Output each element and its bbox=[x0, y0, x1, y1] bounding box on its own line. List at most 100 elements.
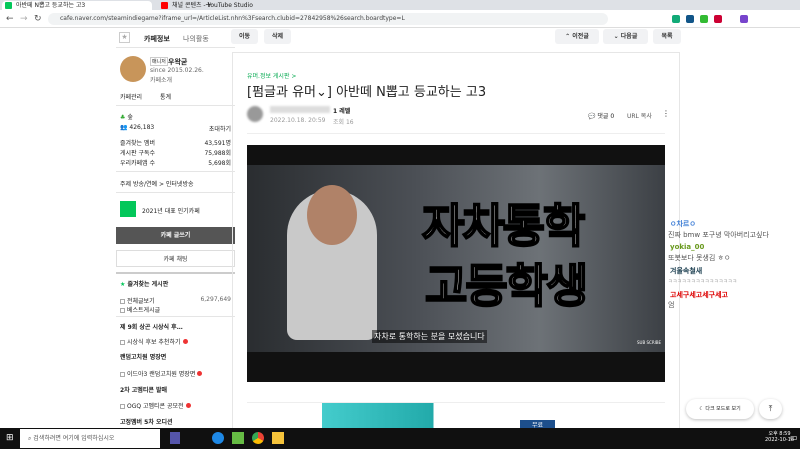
board-item[interactable]: OGQ 고멤티콘 공모전 bbox=[120, 401, 191, 410]
tab-my-activity[interactable]: 나의활동 bbox=[183, 34, 209, 44]
chrome-icon[interactable] bbox=[252, 432, 264, 444]
delete-button[interactable]: 삭제 bbox=[264, 29, 291, 44]
dark-mode-button[interactable]: ☾ 다크 모드로 보기 bbox=[686, 399, 754, 419]
prev-label: 이전글 bbox=[572, 33, 589, 40]
author-level: 1 레벨 bbox=[333, 108, 351, 115]
dark-mode-label: 다크 모드로 보기 bbox=[705, 406, 741, 412]
board-label: 시상식 후보 추천하기 bbox=[127, 339, 181, 346]
stat-value: 5,698회 bbox=[208, 160, 231, 167]
since-date: since 2015.02.26. bbox=[150, 67, 204, 74]
chat-message: 또봇보다 못생김 ㅎㅇ bbox=[668, 254, 731, 262]
board-group[interactable]: 랜덤고치원 명장면 bbox=[120, 352, 166, 361]
board-group[interactable]: 2차 고멤티콘 발매 bbox=[120, 385, 167, 394]
author-name-blurred[interactable] bbox=[270, 106, 330, 113]
list-button[interactable]: 목록 bbox=[653, 29, 681, 44]
naver-award-badge bbox=[120, 201, 136, 217]
search-placeholder: 검색하려면 여기에 입력하십시오 bbox=[33, 435, 115, 442]
cafe-chat-button[interactable]: 카페 채팅 bbox=[116, 250, 235, 267]
write-post-button[interactable]: 카페 글쓰기 bbox=[116, 227, 235, 244]
video-caption-1: 자차통학 bbox=[421, 198, 586, 254]
edge-icon[interactable] bbox=[212, 432, 224, 444]
windows-taskbar: ⊞ ⌕ 검색하려면 여기에 입력하십시오 오후 8:59 2022-10-18 ▭ bbox=[0, 428, 800, 449]
forward-icon[interactable]: → bbox=[20, 14, 28, 24]
divider bbox=[247, 133, 665, 134]
tab-title: 아반떼 N뽑고 등교하는 고3 bbox=[16, 2, 86, 9]
chat-username: ㅇ차르ㅇ bbox=[670, 220, 696, 228]
board-label: OGQ 고멤티콘 공모전 bbox=[127, 403, 184, 410]
board-item[interactable]: 이드아3 랜덤고치원 명장면 bbox=[120, 369, 203, 378]
person-face bbox=[307, 185, 357, 245]
chat-username: 고세구세고세구세고 bbox=[670, 291, 728, 299]
address-bar-row: ← → ↻ cafe.naver.com/steamindiegame?ifra… bbox=[0, 10, 800, 28]
new-tab-icon[interactable]: + bbox=[205, 0, 212, 9]
stat-value: 75,988회 bbox=[204, 150, 231, 157]
board-label: 전체글보기 bbox=[127, 298, 155, 305]
invite-link[interactable]: 초대하기 bbox=[209, 124, 231, 133]
board-link[interactable]: 유머.정보 게시판 > bbox=[247, 71, 296, 80]
board-best[interactable]: 베스트게시글 bbox=[120, 305, 160, 314]
cafe-manage-link[interactable]: 카페관리 bbox=[120, 92, 142, 101]
view-count: 조회 16 bbox=[333, 119, 354, 126]
move-button[interactable]: 이동 bbox=[231, 29, 258, 44]
cafe-theme[interactable]: 주제 방송/연예 > 인터넷방송 bbox=[120, 179, 194, 188]
next-label: 다음글 bbox=[620, 33, 638, 40]
fav-boards-header[interactable]: ★ 즐겨찾는 게시판 bbox=[120, 279, 168, 288]
windows-start-icon[interactable]: ⊞ bbox=[6, 433, 14, 443]
tab-cafe-info[interactable]: 카페정보 bbox=[144, 34, 170, 44]
members-count: 426,183 bbox=[129, 124, 155, 131]
stat-label: 우리카페앱 수 bbox=[120, 160, 156, 167]
comments-button[interactable]: 💬 댓글 0 bbox=[588, 111, 614, 120]
profile-avatar[interactable] bbox=[740, 15, 748, 23]
url-input[interactable]: cafe.naver.com/steamindiegame?iframe_url… bbox=[48, 13, 608, 25]
members-row: 👥 426,183 bbox=[120, 124, 154, 131]
extension-icon[interactable] bbox=[672, 15, 680, 23]
level-label: 숲 bbox=[127, 114, 133, 121]
board-item[interactable]: 시상식 후보 추천하기 bbox=[120, 337, 188, 346]
file-explorer-icon[interactable] bbox=[272, 432, 284, 444]
prev-post-button[interactable]: ⌃ 이전글 bbox=[555, 29, 599, 44]
chat-message: 엄 bbox=[668, 301, 675, 309]
level-row: ♣ 숲 bbox=[120, 112, 133, 121]
scroll-top-button[interactable]: ⤒ bbox=[759, 399, 782, 419]
more-icon[interactable]: ⋮ bbox=[662, 109, 670, 118]
extension-icon[interactable] bbox=[700, 15, 708, 23]
award-text: 2021년 대표 인기카페 bbox=[142, 208, 200, 215]
video-subtitle: 자차로 통학하는 분을 모셨습니다 bbox=[372, 330, 487, 343]
tab-bar: 아반떼 N뽑고 등교하는 고3 채널 콘텐츠 - YouTube Studio … bbox=[0, 0, 800, 10]
cafe-sidebar: ★ 카페정보 나의활동 매니저 우왁굳 since 2015.02.26. 카페… bbox=[116, 28, 235, 428]
manager-badge: 매니저 bbox=[150, 57, 168, 66]
board-group[interactable]: 제 9회 상곤 시상식 후… bbox=[120, 322, 183, 331]
notification-icon[interactable]: ▭ bbox=[790, 433, 798, 442]
next-post-button[interactable]: ⌄ 다음글 bbox=[603, 29, 648, 44]
tree-icon: ♣ bbox=[120, 114, 126, 121]
tab-youtube[interactable]: 채널 콘텐츠 - YouTube Studio bbox=[158, 1, 298, 10]
extension-icon[interactable] bbox=[686, 15, 694, 23]
minecraft-icon[interactable] bbox=[232, 432, 244, 444]
back-icon[interactable]: ← bbox=[6, 14, 14, 24]
post-date: 2022.10.18. 20:59 bbox=[270, 117, 326, 124]
subscribe-watermark[interactable]: SUB SCRIBE bbox=[637, 340, 661, 345]
board-all-posts[interactable]: 전체글보기 bbox=[120, 296, 155, 305]
all-posts-count: 6,297,649 bbox=[200, 296, 231, 303]
members-icon: 👥 bbox=[120, 124, 128, 131]
edge-icon[interactable] bbox=[170, 432, 180, 444]
chat-username: 겨울속철새 bbox=[670, 267, 703, 275]
tab-cafe[interactable]: 아반떼 N뽑고 등교하는 고3 bbox=[2, 1, 152, 10]
stat-label: 즐겨찾는 멤버 bbox=[120, 140, 156, 147]
stats-link[interactable]: 통계 bbox=[160, 92, 171, 101]
board-group[interactable]: 고정멤버 5차 오디션 bbox=[120, 417, 173, 426]
board-label: 베스트게시글 bbox=[127, 307, 161, 314]
video-player[interactable]: 자차통학 고등학생 자차로 통학하는 분을 모셨습니다 SUB SCRIBE bbox=[247, 145, 665, 382]
cafe-intro-link[interactable]: 카페소개 bbox=[150, 75, 172, 84]
extension-icon[interactable] bbox=[714, 15, 722, 23]
ad-banner[interactable] bbox=[322, 403, 508, 428]
author-avatar[interactable] bbox=[247, 106, 263, 122]
stat-label: 게시판 구독수 bbox=[120, 150, 156, 157]
taskbar-search-input[interactable]: ⌕ 검색하려면 여기에 입력하십시오 bbox=[20, 429, 160, 448]
star-icon[interactable]: ★ bbox=[119, 32, 130, 43]
chat-username: yokia_00 bbox=[670, 243, 705, 251]
url-copy-button[interactable]: URL 복사 bbox=[627, 111, 652, 120]
manager-name[interactable]: 우왁굳 bbox=[168, 57, 187, 67]
reload-icon[interactable]: ↻ bbox=[34, 14, 42, 24]
ad-free-badge: 무료 bbox=[520, 420, 555, 429]
